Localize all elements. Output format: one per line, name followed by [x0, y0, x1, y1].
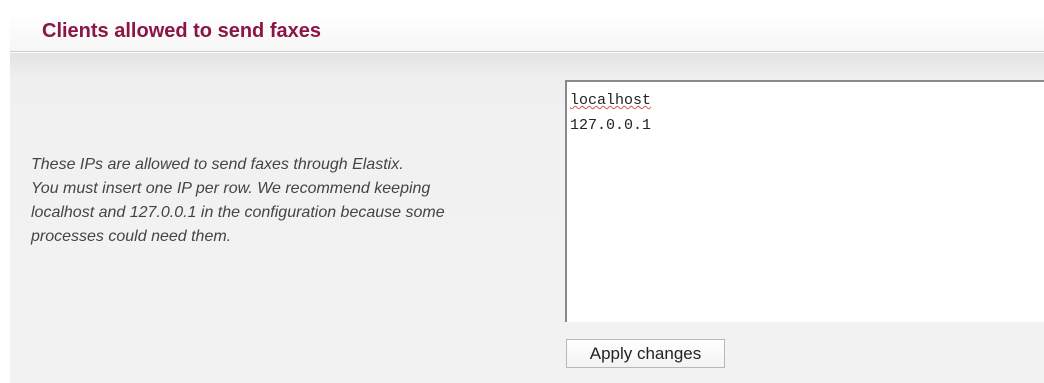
fax-clients-page: Clients allowed to send faxes These IPs …: [0, 0, 1044, 383]
apply-changes-button[interactable]: Apply changes: [566, 339, 725, 368]
help-text: These IPs are allowed to send faxes thro…: [31, 153, 551, 249]
help-text-line: localhost and 127.0.0.1 in the configura…: [31, 204, 445, 221]
help-text-line: processes could need them.: [31, 228, 232, 245]
page-title: Clients allowed to send faxes: [42, 20, 321, 42]
allowed-ips-textarea[interactable]: localhost 127.0.0.1: [565, 80, 1044, 322]
ip-entry: localhost: [570, 92, 652, 109]
ip-entry: 127.0.0.1: [570, 117, 652, 134]
help-text-line: These IPs are allowed to send faxes thro…: [31, 156, 404, 173]
settings-panel: These IPs are allowed to send faxes thro…: [10, 53, 1044, 383]
section-header: Clients allowed to send faxes: [10, 12, 1044, 52]
help-text-line: You must insert one IP per row. We recom…: [31, 180, 431, 197]
